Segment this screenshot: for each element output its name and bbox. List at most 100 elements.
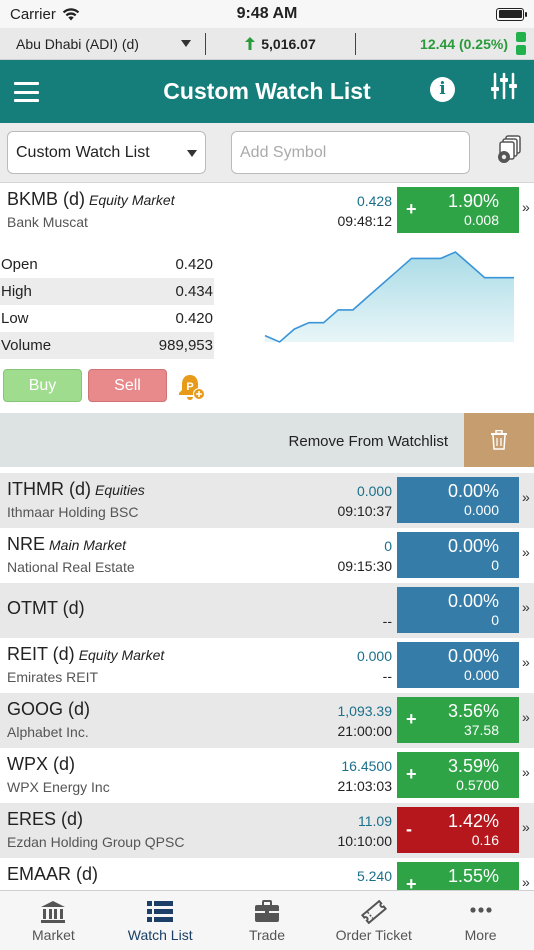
remove-from-watchlist-button[interactable] <box>464 413 534 467</box>
row-last-price: 11.09 <box>358 813 392 829</box>
row-company-name: Ithmaar Holding BSC <box>7 504 139 520</box>
watchlist-row[interactable]: WPX (d) WPX Energy Inc 16.4500 21:03:03 … <box>0 748 534 803</box>
watchlist-row[interactable]: OTMT (d) -- 0.00% 0 » <box>0 583 534 638</box>
row-more-icon[interactable]: » <box>522 764 530 780</box>
row-more-icon[interactable]: » <box>522 489 530 505</box>
row-last-time: 09:48:12 <box>337 213 393 229</box>
tab-label: More <box>464 927 497 943</box>
buy-button[interactable]: Buy <box>3 369 82 402</box>
row-more-icon[interactable]: » <box>522 819 530 835</box>
wifi-icon <box>62 7 80 20</box>
row-company-name: WPX Energy Inc <box>7 779 110 795</box>
index-value-text: 5,016.07 <box>261 35 316 52</box>
row-change-badge[interactable]: + 1.90% 0.008 <box>397 187 519 233</box>
row-change-badge[interactable]: -1.42% 0.16 <box>397 807 519 853</box>
price-alert-icon[interactable]: P <box>179 373 205 401</box>
carrier-label: Carrier <box>10 5 56 23</box>
row-symbol: REIT (d) Equity Market <box>7 644 165 664</box>
row-company-name: Alphabet Inc. <box>7 724 89 740</box>
menu-icon[interactable] <box>14 82 39 102</box>
add-symbol-input[interactable] <box>231 131 470 174</box>
tab-watch-list[interactable]: Watch List <box>107 891 214 950</box>
stat-volume: Volume 989,953 <box>0 332 214 359</box>
stat-low: Low 0.420 <box>1 310 213 327</box>
ticket-icon <box>360 900 387 924</box>
row-company-name: Ezdan Holding Group QPSC <box>7 834 185 850</box>
battery-icon <box>496 7 527 21</box>
nav-header: Custom Watch List i <box>0 60 534 123</box>
row-change-badge[interactable]: 0.00% 0.000 <box>397 642 519 688</box>
briefcase-icon <box>254 900 279 922</box>
row-symbol: WPX (d) <box>7 754 76 774</box>
row-company-name: National Real Estate <box>7 559 135 575</box>
row-last-price: 0.000 <box>356 648 392 664</box>
status-bar: Carrier 9:48 AM <box>0 0 534 28</box>
row-change-badge[interactable]: +3.59% 0.5700 <box>397 752 519 798</box>
index-change: 12.44 (0.25%) <box>420 35 508 52</box>
watchlist-select[interactable]: Custom Watch List <box>7 131 206 174</box>
tab-label: Trade <box>248 927 286 943</box>
stat-open: Open 0.420 <box>1 256 213 273</box>
watchlist-row[interactable]: ITHMR (d) Equities Ithmaar Holding BSC 0.… <box>0 473 534 528</box>
row-last-price: 0 <box>384 538 392 554</box>
row-more-icon[interactable]: » <box>522 599 530 615</box>
row-symbol: BKMB (d) Equity Market <box>7 189 175 209</box>
row-last-price: 0.428 <box>356 193 392 209</box>
bank-icon <box>41 901 66 923</box>
sliders-icon[interactable] <box>491 72 517 100</box>
row-more-icon[interactable]: » <box>522 544 530 560</box>
exchange-selector[interactable]: Abu Dhabi (ADI) (d) <box>0 32 206 55</box>
app-screen: Carrier 9:48 AM Abu Dhabi (ADI) (d) 5,01… <box>0 0 534 950</box>
row-last-time: 09:10:37 <box>337 503 393 519</box>
sell-button[interactable]: Sell <box>88 369 167 402</box>
watchlist-row[interactable]: REIT (d) Equity Market Emirates REIT 0.00… <box>0 638 534 693</box>
tab-label: Market <box>32 927 75 943</box>
watchlist-select-value: Custom Watch List <box>16 143 150 161</box>
watchlist-row-expanded[interactable]: BKMB (d) Equity Market Bank Muscat 0.428 … <box>0 183 534 238</box>
row-company-name: Emirates REIT <box>7 669 99 685</box>
tab-order-ticket[interactable]: Order Ticket <box>320 891 427 950</box>
market-status-icon <box>516 32 534 55</box>
market-ticker-bar: Abu Dhabi (ADI) (d) 5,016.07 12.44 (0.25… <box>0 28 534 60</box>
row-change-badge[interactable]: +3.56% 37.58 <box>397 697 519 743</box>
stat-high: High 0.434 <box>0 278 214 305</box>
row-more-icon[interactable]: » <box>522 709 530 725</box>
watchlist-settings-icon[interactable] <box>495 135 525 165</box>
row-last-time: -- <box>382 613 392 629</box>
row-change-badge[interactable]: 0.00% 0.000 <box>397 477 519 523</box>
tab-more[interactable]: More <box>427 891 534 950</box>
watchlist-row[interactable]: ERES (d) Ezdan Holding Group QPSC 11.09 … <box>0 803 534 858</box>
row-symbol: OTMT (d) <box>7 598 85 618</box>
row-symbol: EMAAR (d) <box>7 864 99 884</box>
watchlist-row[interactable]: GOOG (d) Alphabet Inc. 1,093.39 21:00:00… <box>0 693 534 748</box>
row-symbol: GOOG (d) <box>7 699 91 719</box>
arrow-up-icon <box>245 37 256 50</box>
row-symbol: ERES (d) <box>7 809 84 829</box>
info-icon[interactable]: i <box>430 77 455 102</box>
intraday-chart <box>264 251 514 343</box>
remove-from-watchlist-bar: Remove From Watchlist <box>0 413 534 467</box>
chevron-down-icon <box>187 150 197 157</box>
remove-from-watchlist-label[interactable]: Remove From Watchlist <box>289 433 448 450</box>
row-more-icon[interactable]: » <box>522 874 530 890</box>
row-last-time: 21:00:00 <box>337 723 393 739</box>
row-last-price: 1,093.39 <box>337 703 393 719</box>
tab-market[interactable]: Market <box>0 891 107 950</box>
row-last-time: 10:10:00 <box>337 833 393 849</box>
tab-trade[interactable]: Trade <box>214 891 321 950</box>
more-dots-icon <box>469 907 492 913</box>
row-more-icon[interactable]: » <box>522 654 530 670</box>
symbol-detail-panel: Open 0.420 High 0.434 Low 0.420 Volume 989,9… <box>0 238 534 413</box>
row-change-badge[interactable]: 0.00% 0 <box>397 587 519 633</box>
row-symbol: ITHMR (d) Equities <box>7 479 145 499</box>
bottom-tab-bar: Market Watch List Trade Order Ticket Mor… <box>0 890 534 950</box>
watchlist-toolbar: Custom Watch List <box>0 123 534 183</box>
clock: 9:48 AM <box>236 5 298 22</box>
row-company-name: Bank Muscat <box>7 214 88 230</box>
index-value: 5,016.07 <box>206 32 356 55</box>
chevron-down-icon <box>181 40 191 47</box>
exchange-label: Abu Dhabi (ADI) (d) <box>16 35 139 52</box>
row-more-icon[interactable]: » <box>522 199 530 215</box>
watchlist-row[interactable]: NRE Main Market National Real Estate 0 09… <box>0 528 534 583</box>
row-change-badge[interactable]: 0.00% 0 <box>397 532 519 578</box>
